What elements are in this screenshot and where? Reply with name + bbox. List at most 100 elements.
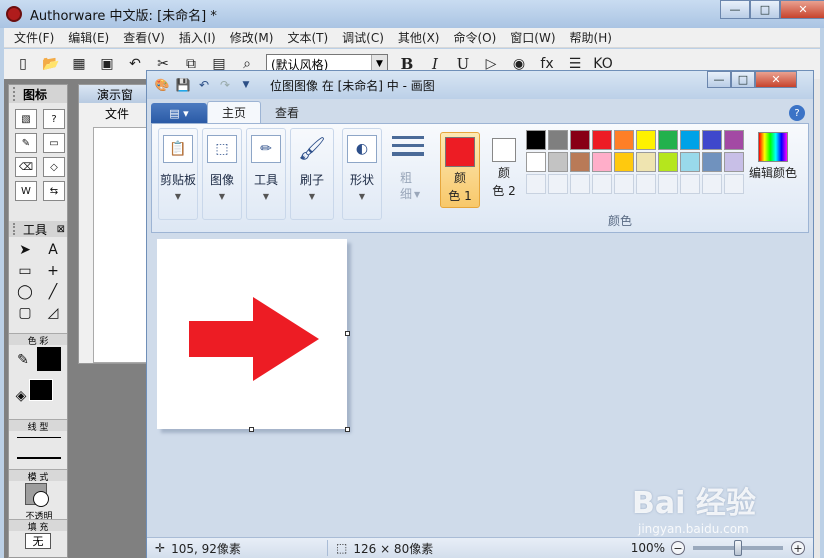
import-icon[interactable]: ▣ (98, 55, 116, 73)
red-arrow-shape[interactable] (189, 297, 319, 381)
palette-color-0-6[interactable] (658, 130, 678, 150)
presentation-menu-file[interactable]: 文件 (79, 103, 153, 123)
palette-color-1-8[interactable] (702, 152, 722, 172)
palette-custom-slot[interactable] (570, 174, 590, 194)
palette-color-0-7[interactable] (680, 130, 700, 150)
palette-custom-slot[interactable] (592, 174, 612, 194)
palette-color-1-1[interactable] (548, 152, 568, 172)
palette-color-1-7[interactable] (680, 152, 700, 172)
palette-custom-slot[interactable] (680, 174, 700, 194)
close-icon[interactable]: ⊠ (57, 224, 65, 235)
line-style-thin[interactable] (17, 437, 61, 438)
undo-icon[interactable]: ↶ (126, 55, 144, 73)
paint-minimize-button[interactable]: — (707, 71, 731, 88)
resize-handle-corner[interactable] (345, 427, 350, 432)
palette-color-1-2[interactable] (570, 152, 590, 172)
rectangle-tool-icon[interactable]: ▭ (13, 262, 37, 280)
undo-icon[interactable]: ↶ (195, 76, 213, 94)
menu-command[interactable]: 命令(O) (453, 29, 496, 46)
paint-menu-button[interactable]: ▤ ▾ (151, 103, 207, 123)
tools-button[interactable]: ✏ 工具 ▼ (246, 128, 286, 220)
line-style-medium[interactable] (17, 457, 61, 459)
palette-color-0-9[interactable] (724, 130, 744, 150)
shapes-button[interactable]: ◐ 形状 ▼ (342, 128, 382, 220)
palette-custom-slot[interactable] (724, 174, 744, 194)
polygon-tool-icon[interactable]: ◿ (41, 304, 65, 322)
erase-icon[interactable]: ⌫ (15, 157, 37, 177)
interaction-icon[interactable]: ? (43, 109, 65, 129)
pen-color-icon[interactable]: ✎ (11, 351, 35, 369)
menu-insert[interactable]: 插入(I) (179, 29, 216, 46)
fill-none-button[interactable]: 无 (25, 533, 51, 549)
wait-icon[interactable]: W (15, 181, 37, 201)
menu-window[interactable]: 窗口(W) (510, 29, 555, 46)
decision-icon[interactable]: ◇ (43, 157, 65, 177)
menu-edit[interactable]: 编辑(E) (68, 29, 109, 46)
menu-text[interactable]: 文本(T) (287, 29, 328, 46)
thickness-icon[interactable] (392, 136, 424, 161)
resize-handle-right[interactable] (345, 331, 350, 336)
paint-close-button[interactable]: ✕ (755, 71, 797, 88)
rounded-rect-tool-icon[interactable]: ▢ (13, 304, 37, 322)
palette-color-1-5[interactable] (636, 152, 656, 172)
palette-color-0-0[interactable] (526, 130, 546, 150)
menu-help[interactable]: 帮助(H) (570, 29, 612, 46)
menu-debug[interactable]: 调试(C) (342, 29, 384, 46)
clipboard-button[interactable]: 📋 剪贴板 ▼ (158, 128, 198, 220)
palette-color-1-9[interactable] (724, 152, 744, 172)
brushes-button[interactable]: 🖌 刷子 ▼ (290, 128, 334, 220)
edit-colors-button[interactable]: 编辑颜色 (742, 132, 804, 182)
motion-icon[interactable]: ▭ (43, 133, 65, 153)
maximize-button[interactable]: □ (750, 0, 780, 19)
palette-color-1-0[interactable] (526, 152, 546, 172)
color2-button[interactable]: 颜 色 2 (486, 132, 522, 208)
new-file-icon[interactable]: ▯ (14, 55, 32, 73)
crosshair-tool-icon[interactable]: + (41, 262, 65, 280)
palette-color-0-1[interactable] (548, 130, 568, 150)
color1-button[interactable]: 颜 色 1 (440, 132, 480, 208)
menu-other[interactable]: 其他(X) (398, 29, 440, 46)
text-color-swatch[interactable] (37, 347, 61, 371)
calculation-icon[interactable]: ✎ (15, 133, 37, 153)
palette-custom-slot[interactable] (614, 174, 634, 194)
palette-color-1-6[interactable] (658, 152, 678, 172)
customize-qat-icon[interactable]: ▼ (237, 76, 255, 94)
line-tool-icon[interactable]: ╱ (41, 283, 65, 301)
help-icon[interactable]: ? (789, 105, 805, 121)
palette-custom-slot[interactable] (636, 174, 656, 194)
palette-color-1-4[interactable] (614, 152, 634, 172)
resize-handle-bottom[interactable] (249, 427, 254, 432)
navigate-icon[interactable]: ⇆ (43, 181, 65, 201)
palette-color-0-5[interactable] (636, 130, 656, 150)
menu-modify[interactable]: 修改(M) (230, 29, 274, 46)
save-icon[interactable]: 💾 (174, 76, 192, 94)
text-tool-icon[interactable]: A (41, 241, 65, 259)
tab-home[interactable]: 主页 (207, 101, 262, 123)
grip-icon[interactable] (13, 223, 19, 235)
open-folder-icon[interactable]: 📂 (42, 55, 60, 73)
tab-view[interactable]: 查看 (261, 101, 313, 123)
close-button[interactable]: ✕ (780, 0, 824, 19)
palette-color-0-2[interactable] (570, 130, 590, 150)
palette-color-0-8[interactable] (702, 130, 722, 150)
pointer-tool-icon[interactable]: ➤ (13, 241, 37, 259)
palette-color-0-4[interactable] (614, 130, 634, 150)
paint-maximize-button[interactable]: □ (731, 71, 755, 88)
menu-file[interactable]: 文件(F) (14, 29, 54, 46)
drawing-canvas[interactable] (157, 239, 347, 429)
display-icon[interactable]: ▧ (15, 109, 37, 129)
save-all-icon[interactable]: ▦ (70, 55, 88, 73)
palette-custom-slot[interactable] (658, 174, 678, 194)
foreground-color-swatch[interactable] (29, 379, 53, 401)
redo-icon[interactable]: ↷ (216, 76, 234, 94)
ellipse-tool-icon[interactable]: ◯ (13, 283, 37, 301)
palette-custom-slot[interactable] (702, 174, 722, 194)
menu-view[interactable]: 查看(V) (123, 29, 165, 46)
palette-custom-slot[interactable] (548, 174, 568, 194)
palette-color-0-3[interactable] (592, 130, 612, 150)
image-button[interactable]: ⬚ 图像 ▼ (202, 128, 242, 220)
grip-icon[interactable] (13, 87, 19, 101)
palette-color-1-3[interactable] (592, 152, 612, 172)
minimize-button[interactable]: — (720, 0, 750, 19)
palette-custom-slot[interactable] (526, 174, 546, 194)
